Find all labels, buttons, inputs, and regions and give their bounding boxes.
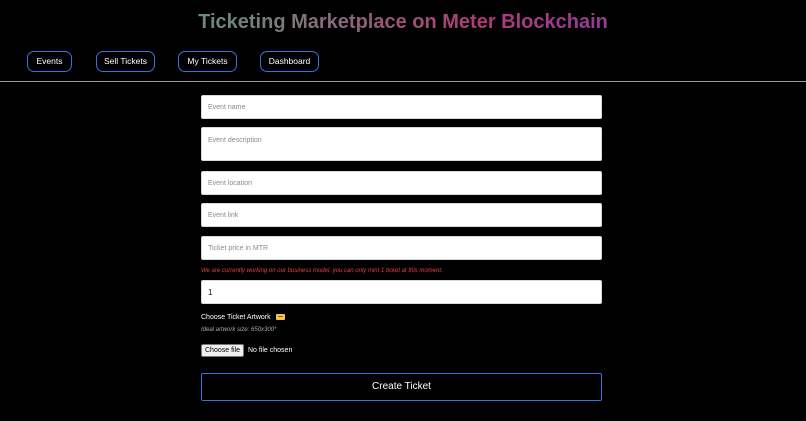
artwork-label: Choose Ticket Artwork [201,314,285,321]
ticket-price-field[interactable]: Ticket price in MTR [201,236,602,260]
event-description-field[interactable]: Event description [201,127,602,161]
ticket-icon [275,314,285,320]
nav-my-tickets-button[interactable]: My Tickets [178,51,237,72]
choose-file-button[interactable]: Choose file [201,344,245,357]
event-location-field[interactable]: Event location [201,171,602,195]
file-status-text: No file chosen [247,347,293,354]
mint-warning-text: We are currently working on our business… [201,268,443,274]
event-link-field[interactable]: Event link [201,203,602,227]
artwork-label-text: Choose Ticket Artwork [201,314,271,321]
file-input-row: Choose file No file chosen [201,344,293,357]
nav-sell-tickets-button[interactable]: Sell Tickets [96,51,155,72]
nav-events-button[interactable]: Events [27,51,72,72]
ticket-quantity-field[interactable]: 1 [201,280,602,304]
nav-dashboard-button[interactable]: Dashboard [260,51,319,72]
header-divider [0,81,806,82]
event-name-field[interactable]: Event name [201,95,602,119]
create-ticket-button[interactable]: Create Ticket [201,373,602,401]
page-title: Ticketing Marketplace on Meter Blockchai… [0,11,806,34]
artwork-size-hint: Ideal artwork size: 650x300* [201,327,277,333]
